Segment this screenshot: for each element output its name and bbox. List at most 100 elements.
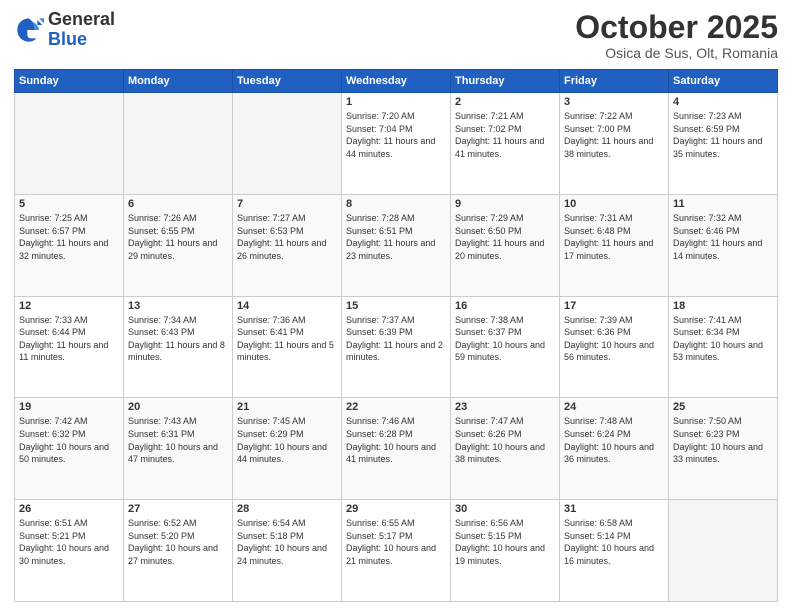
day-number: 20 <box>128 401 228 413</box>
calendar-cell: 8 Sunrise: 7:28 AM Sunset: 6:51 PM Daylig… <box>342 194 451 296</box>
calendar-cell: 21Sunrise: 7:45 AM Sunset: 6:29 PM Dayli… <box>233 398 342 500</box>
day-number: 11 <box>673 198 773 210</box>
day-number: 30 <box>455 503 555 515</box>
calendar-cell: 22Sunrise: 7:46 AM Sunset: 6:28 PM Dayli… <box>342 398 451 500</box>
logo: General Blue <box>14 10 115 50</box>
calendar-cell: 27Sunrise: 6:52 AM Sunset: 5:20 PM Dayli… <box>124 500 233 602</box>
calendar-cell: 29Sunrise: 6:55 AM Sunset: 5:17 PM Dayli… <box>342 500 451 602</box>
calendar-week-row: 5Sunrise: 7:25 AM Sunset: 6:57 PM Daylig… <box>15 194 778 296</box>
logo-icon <box>14 15 44 45</box>
calendar-week-row: 19 Sunrise: 7:42 AM Sunset: 6:32 PM Dayli… <box>15 398 778 500</box>
calendar-cell: 31 Sunrise: 6:58 AM Sunset: 5:14 PM Dayli… <box>560 500 669 602</box>
calendar-cell: 3 Sunrise: 7:22 AM Sunset: 7:00 PM Daylig… <box>560 93 669 195</box>
day-info: Sunrise: 7:29 AM Sunset: 6:50 PM Dayligh… <box>455 212 555 262</box>
day-number: 5 <box>19 198 119 210</box>
calendar-cell: 15 Sunrise: 7:37 AM Sunset: 6:39 PM Dayli… <box>342 296 451 398</box>
logo-line2: Blue <box>48 30 115 50</box>
weekday-header-sunday: Sunday <box>15 70 124 93</box>
day-info: Sunrise: 6:51 AM Sunset: 5:21 PM Dayligh… <box>19 517 119 567</box>
location: Osica de Sus, Olt, Romania <box>575 45 778 61</box>
calendar-cell: 7Sunrise: 7:27 AM Sunset: 6:53 PM Daylig… <box>233 194 342 296</box>
day-info: Sunrise: 7:37 AM Sunset: 6:39 PM Dayligh… <box>346 314 446 364</box>
calendar-cell: 14 Sunrise: 7:36 AM Sunset: 6:41 PM Dayli… <box>233 296 342 398</box>
day-number: 22 <box>346 401 446 413</box>
page: General Blue October 2025 Osica de Sus, … <box>0 0 792 612</box>
calendar-cell: 17Sunrise: 7:39 AM Sunset: 6:36 PM Dayli… <box>560 296 669 398</box>
weekday-header-tuesday: Tuesday <box>233 70 342 93</box>
day-number: 23 <box>455 401 555 413</box>
day-number: 7 <box>237 198 337 210</box>
day-number: 19 <box>19 401 119 413</box>
day-number: 14 <box>237 300 337 312</box>
day-info: Sunrise: 7:36 AM Sunset: 6:41 PM Dayligh… <box>237 314 337 364</box>
calendar: SundayMondayTuesdayWednesdayThursdayFrid… <box>14 69 778 602</box>
day-info: Sunrise: 7:31 AM Sunset: 6:48 PM Dayligh… <box>564 212 664 262</box>
weekday-header-monday: Monday <box>124 70 233 93</box>
day-number: 4 <box>673 96 773 108</box>
day-info: Sunrise: 7:38 AM Sunset: 6:37 PM Dayligh… <box>455 314 555 364</box>
title-section: October 2025 Osica de Sus, Olt, Romania <box>575 10 778 61</box>
calendar-cell: 6Sunrise: 7:26 AM Sunset: 6:55 PM Daylig… <box>124 194 233 296</box>
calendar-cell: 5Sunrise: 7:25 AM Sunset: 6:57 PM Daylig… <box>15 194 124 296</box>
calendar-cell: 24Sunrise: 7:48 AM Sunset: 6:24 PM Dayli… <box>560 398 669 500</box>
day-number: 15 <box>346 300 446 312</box>
day-info: Sunrise: 6:56 AM Sunset: 5:15 PM Dayligh… <box>455 517 555 567</box>
calendar-cell: 30 Sunrise: 6:56 AM Sunset: 5:15 PM Dayli… <box>451 500 560 602</box>
calendar-cell: 1 Sunrise: 7:20 AM Sunset: 7:04 PM Daylig… <box>342 93 451 195</box>
day-number: 18 <box>673 300 773 312</box>
day-info: Sunrise: 7:50 AM Sunset: 6:23 PM Dayligh… <box>673 415 773 465</box>
day-number: 12 <box>19 300 119 312</box>
calendar-cell: 25 Sunrise: 7:50 AM Sunset: 6:23 PM Dayli… <box>669 398 778 500</box>
calendar-week-row: 12 Sunrise: 7:33 AM Sunset: 6:44 PM Dayli… <box>15 296 778 398</box>
day-number: 2 <box>455 96 555 108</box>
day-info: Sunrise: 6:58 AM Sunset: 5:14 PM Dayligh… <box>564 517 664 567</box>
day-info: Sunrise: 7:22 AM Sunset: 7:00 PM Dayligh… <box>564 110 664 160</box>
day-number: 3 <box>564 96 664 108</box>
calendar-cell: 26 Sunrise: 6:51 AM Sunset: 5:21 PM Dayli… <box>15 500 124 602</box>
day-number: 8 <box>346 198 446 210</box>
day-number: 31 <box>564 503 664 515</box>
calendar-cell: 2 Sunrise: 7:21 AM Sunset: 7:02 PM Daylig… <box>451 93 560 195</box>
weekday-header-wednesday: Wednesday <box>342 70 451 93</box>
day-number: 29 <box>346 503 446 515</box>
weekday-header-row: SundayMondayTuesdayWednesdayThursdayFrid… <box>15 70 778 93</box>
calendar-week-row: 1 Sunrise: 7:20 AM Sunset: 7:04 PM Daylig… <box>15 93 778 195</box>
day-info: Sunrise: 7:28 AM Sunset: 6:51 PM Dayligh… <box>346 212 446 262</box>
day-info: Sunrise: 7:33 AM Sunset: 6:44 PM Dayligh… <box>19 314 119 364</box>
calendar-cell <box>124 93 233 195</box>
day-number: 1 <box>346 96 446 108</box>
day-info: Sunrise: 7:21 AM Sunset: 7:02 PM Dayligh… <box>455 110 555 160</box>
calendar-cell <box>233 93 342 195</box>
calendar-cell <box>669 500 778 602</box>
calendar-cell: 28 Sunrise: 6:54 AM Sunset: 5:18 PM Dayli… <box>233 500 342 602</box>
day-info: Sunrise: 7:42 AM Sunset: 6:32 PM Dayligh… <box>19 415 119 465</box>
weekday-header-friday: Friday <box>560 70 669 93</box>
month-title: October 2025 <box>575 10 778 45</box>
logo-line1: General <box>48 10 115 30</box>
day-info: Sunrise: 7:41 AM Sunset: 6:34 PM Dayligh… <box>673 314 773 364</box>
day-number: 26 <box>19 503 119 515</box>
calendar-cell: 11Sunrise: 7:32 AM Sunset: 6:46 PM Dayli… <box>669 194 778 296</box>
header: General Blue October 2025 Osica de Sus, … <box>14 10 778 61</box>
logo-text: General Blue <box>48 10 115 50</box>
day-number: 6 <box>128 198 228 210</box>
weekday-header-thursday: Thursday <box>451 70 560 93</box>
calendar-cell: 16Sunrise: 7:38 AM Sunset: 6:37 PM Dayli… <box>451 296 560 398</box>
weekday-header-saturday: Saturday <box>669 70 778 93</box>
calendar-cell: 18 Sunrise: 7:41 AM Sunset: 6:34 PM Dayli… <box>669 296 778 398</box>
day-number: 25 <box>673 401 773 413</box>
day-info: Sunrise: 6:54 AM Sunset: 5:18 PM Dayligh… <box>237 517 337 567</box>
calendar-cell: 4Sunrise: 7:23 AM Sunset: 6:59 PM Daylig… <box>669 93 778 195</box>
day-number: 21 <box>237 401 337 413</box>
day-number: 28 <box>237 503 337 515</box>
calendar-week-row: 26 Sunrise: 6:51 AM Sunset: 5:21 PM Dayli… <box>15 500 778 602</box>
calendar-cell: 20Sunrise: 7:43 AM Sunset: 6:31 PM Dayli… <box>124 398 233 500</box>
day-info: Sunrise: 7:47 AM Sunset: 6:26 PM Dayligh… <box>455 415 555 465</box>
day-number: 13 <box>128 300 228 312</box>
calendar-cell: 13Sunrise: 7:34 AM Sunset: 6:43 PM Dayli… <box>124 296 233 398</box>
day-info: Sunrise: 7:48 AM Sunset: 6:24 PM Dayligh… <box>564 415 664 465</box>
day-info: Sunrise: 7:20 AM Sunset: 7:04 PM Dayligh… <box>346 110 446 160</box>
day-number: 17 <box>564 300 664 312</box>
day-info: Sunrise: 6:52 AM Sunset: 5:20 PM Dayligh… <box>128 517 228 567</box>
calendar-cell: 12 Sunrise: 7:33 AM Sunset: 6:44 PM Dayli… <box>15 296 124 398</box>
